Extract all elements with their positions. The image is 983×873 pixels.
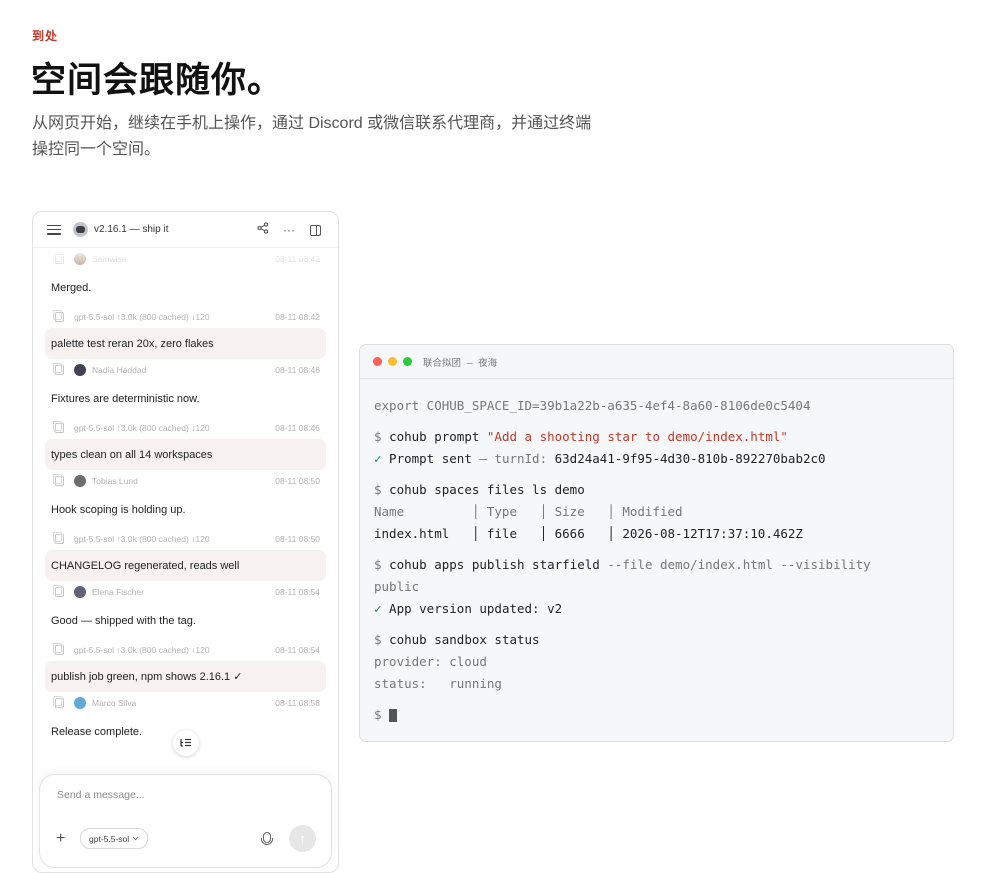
- message-list: Samwise 08-11 08:42 Merged. gpt-5.5-sol …: [33, 248, 338, 750]
- meta-author: Elena Fischer: [92, 587, 144, 597]
- model-name: gpt-5.5-sol: [89, 833, 130, 844]
- terminal-window: 联合拟团 — 夜海 export COHUB_SPACE_ID=39b1a22b…: [359, 344, 954, 742]
- message-input[interactable]: [55, 788, 259, 802]
- terminal-line: status: running: [374, 676, 502, 691]
- terminal-line: $ cohub apps publish starfield --file de…: [374, 557, 871, 572]
- chevron-down-icon: [132, 836, 139, 841]
- terminal-output: export COHUB_SPACE_ID=39b1a22b-a635-4ef4…: [360, 379, 953, 726]
- avatar: [74, 697, 86, 709]
- share-icon[interactable]: [250, 222, 276, 237]
- space-avatar: [73, 222, 88, 237]
- user-message: publish job green, npm shows 2.16.1 ✓: [45, 661, 326, 692]
- meta-author: Marco Silva: [92, 698, 137, 708]
- message-meta: Samwise 08-11 08:42: [33, 248, 338, 270]
- terminal-line: ✓ App version updated: v2: [374, 601, 563, 616]
- copy-icon[interactable]: [53, 532, 64, 544]
- agent-message: Hook scoping is holding up.: [51, 504, 186, 516]
- meta-time: 08-11 08:50: [275, 534, 320, 544]
- meta-author: Samwise: [92, 254, 127, 264]
- meta-time: 08-11 08:46: [275, 423, 320, 433]
- chat-panel: v2.16.1 — ship it ··· Samwise 08-11 08:4…: [32, 211, 339, 873]
- copy-icon[interactable]: [53, 310, 64, 322]
- terminal-title: 联合拟团 — 夜海: [423, 357, 498, 369]
- chat-header: v2.16.1 — ship it ···: [33, 212, 338, 248]
- agent-message: Good — shipped with the tag.: [51, 615, 196, 627]
- terminal-line: Name │ Type │ Size │ Modified: [374, 504, 683, 519]
- user-message: types clean on all 14 workspaces: [45, 439, 326, 470]
- message-meta: gpt-5.5-sol ↑3.0k (800 cached) ↓120 08-1…: [33, 639, 338, 661]
- section-eyebrow: 到处: [32, 29, 59, 43]
- microphone-icon[interactable]: [261, 832, 273, 845]
- terminal-titlebar: 联合拟团 — 夜海: [360, 345, 953, 379]
- section-description: 从网页开始，继续在手机上操作，通过 Discord 或微信联系代理商，并通过终端…: [32, 115, 592, 158]
- terminal-line: provider: cloud: [374, 654, 487, 669]
- send-button[interactable]: ↑: [289, 825, 316, 852]
- agent-message: Merged.: [51, 282, 92, 294]
- avatar: [74, 475, 86, 487]
- meta-time: 08-11 08:42: [275, 254, 320, 264]
- close-dot[interactable]: [373, 357, 382, 366]
- copy-icon[interactable]: [53, 363, 64, 375]
- meta-usage: gpt-5.5-sol ↑3.0k (800 cached) ↓120: [74, 312, 210, 322]
- list-outline-icon: [180, 738, 191, 747]
- message-meta: Tobias Lund 08-11 08:50: [33, 470, 338, 492]
- zoom-dot[interactable]: [403, 357, 412, 366]
- terminal-line: index.html │ file │ 6666 │ 2026-08-12T17…: [374, 526, 803, 541]
- terminal-line: export COHUB_SPACE_ID=39b1a22b-a635-4ef4…: [374, 398, 811, 413]
- meta-time: 08-11 08:58: [275, 698, 320, 708]
- copy-icon[interactable]: [53, 696, 64, 708]
- message-meta: Marco Silva 08-11 08:58: [33, 692, 338, 714]
- copy-icon[interactable]: [53, 252, 64, 264]
- meta-time: 08-11 08:54: [275, 645, 320, 655]
- meta-usage: gpt-5.5-sol ↑3.0k (800 cached) ↓120: [74, 645, 210, 655]
- terminal-line: $ cohub sandbox status: [374, 632, 540, 647]
- meta-time: 08-11 08:42: [275, 312, 320, 322]
- copy-icon[interactable]: [53, 585, 64, 597]
- agent-message: Fixtures are deterministic now.: [51, 393, 200, 405]
- model-selector[interactable]: gpt-5.5-sol: [80, 828, 149, 849]
- copy-icon[interactable]: [53, 474, 64, 486]
- copy-icon[interactable]: [53, 643, 64, 655]
- message-meta: gpt-5.5-sol ↑3.0k (800 cached) ↓120 08-1…: [33, 417, 338, 439]
- avatar: [74, 364, 86, 376]
- panel-toggle-icon[interactable]: [302, 223, 328, 237]
- user-message: palette test reran 20x, zero flakes: [45, 328, 326, 359]
- terminal-line: ✓ Prompt sent — turnId: 63d24a41-9f95-4d…: [374, 451, 826, 466]
- message-meta: gpt-5.5-sol ↑3.0k (800 cached) ↓120 08-1…: [33, 528, 338, 550]
- terminal-line: $ cohub spaces files ls demo: [374, 482, 585, 497]
- minimize-dot[interactable]: [388, 357, 397, 366]
- section-title: 空间会跟随你。: [31, 61, 284, 100]
- avatar: [74, 586, 86, 598]
- terminal-line: public: [374, 579, 420, 594]
- terminal-line: $ cohub prompt "Add a shooting star to d…: [374, 429, 788, 444]
- meta-time: 08-11 08:54: [275, 587, 320, 597]
- add-attachment-button[interactable]: +: [56, 830, 65, 848]
- copy-icon[interactable]: [53, 421, 64, 433]
- meta-author: Nadia Haddad: [92, 365, 147, 375]
- message-composer: + gpt-5.5-sol ↑: [39, 774, 332, 868]
- chat-title: v2.16.1 — ship it: [94, 224, 169, 235]
- outline-button[interactable]: [173, 730, 199, 756]
- menu-icon[interactable]: [47, 224, 61, 235]
- terminal-prompt[interactable]: $: [374, 704, 939, 726]
- meta-usage: gpt-5.5-sol ↑3.0k (800 cached) ↓120: [74, 534, 210, 544]
- meta-time: 08-11 08:46: [275, 365, 320, 375]
- more-icon[interactable]: ···: [276, 223, 302, 237]
- terminal-cursor: [389, 709, 398, 722]
- avatar: [74, 253, 86, 265]
- meta-author: Tobias Lund: [92, 476, 138, 486]
- message-meta: Nadia Haddad 08-11 08:46: [33, 359, 338, 381]
- meta-time: 08-11 08:50: [275, 476, 320, 486]
- user-message: CHANGELOG regenerated, reads well: [45, 550, 326, 581]
- meta-usage: gpt-5.5-sol ↑3.0k (800 cached) ↓120: [74, 423, 210, 433]
- message-meta: gpt-5.5-sol ↑3.0k (800 cached) ↓120 08-1…: [33, 306, 338, 328]
- message-meta: Elena Fischer 08-11 08:54: [33, 581, 338, 603]
